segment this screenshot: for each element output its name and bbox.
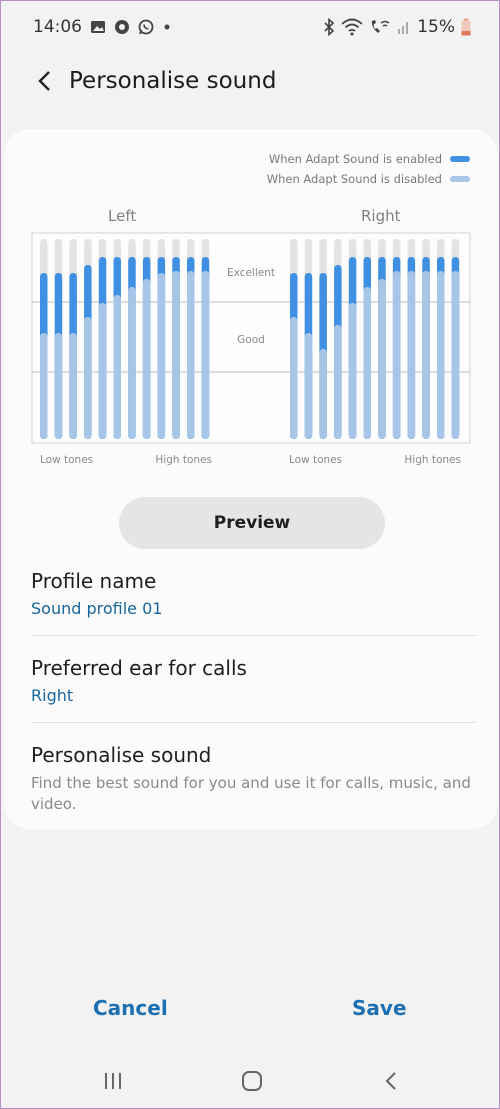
left-bar-1: [40, 239, 48, 439]
right-bar-disabled: [451, 271, 460, 439]
back-button[interactable]: [25, 61, 65, 101]
right-bar-8: [392, 239, 401, 439]
right-bar-2: [304, 239, 313, 439]
status-time: 14:06: [33, 17, 82, 37]
right-bar-12: [451, 239, 460, 439]
recents-icon: [105, 1073, 121, 1089]
whatsapp-icon: [138, 19, 154, 35]
right-bar-disabled: [334, 325, 342, 439]
right-bar-disabled: [290, 317, 298, 439]
right-high-tones-label: High tones: [404, 454, 461, 466]
save-button[interactable]: Save: [352, 996, 407, 1020]
preferred-ear-title: Preferred ear for calls: [31, 656, 247, 680]
battery-percent: 15%: [417, 17, 455, 37]
record-icon: [114, 19, 130, 35]
right-bar-disabled: [348, 303, 357, 439]
signal-icon: [397, 19, 411, 35]
page-title: Personalise sound: [69, 68, 277, 94]
profile-name-value: Sound profile 01: [31, 599, 163, 618]
right-bar-disabled: [422, 271, 430, 439]
right-bar-5: [348, 239, 357, 439]
right-bar-disabled: [392, 271, 401, 439]
left-bar-disabled: [40, 333, 48, 439]
level-good-label: Good: [237, 334, 265, 346]
preferred-ear-value: Right: [31, 686, 74, 705]
wifi-calling-icon: [369, 18, 391, 36]
left-bar-6: [113, 239, 121, 439]
preferred-ear-setting[interactable]: Preferred ear for calls Right: [31, 656, 476, 705]
left-bar-9: [157, 239, 166, 439]
right-bar-disabled: [319, 349, 327, 439]
battery-icon: [461, 18, 471, 36]
right-bar-11: [437, 239, 445, 439]
right-bar-10: [422, 239, 430, 439]
left-bar-disabled: [128, 287, 136, 439]
right-bar-disabled: [378, 279, 386, 439]
right-low-tones-label: Low tones: [289, 454, 342, 466]
preview-button[interactable]: Preview: [119, 497, 385, 549]
right-bar-1: [290, 239, 298, 439]
hearing-chart: Excellent Good Low tones High tones Low …: [31, 232, 471, 466]
left-bar-2: [54, 239, 63, 439]
level-excellent-label: Excellent: [227, 267, 275, 279]
left-bar-disabled: [201, 271, 210, 439]
personalise-sound-desc: Find the best sound for you and use it f…: [31, 774, 471, 813]
wifi-icon: [341, 18, 363, 36]
back-icon: [385, 1072, 396, 1090]
left-bar-disabled: [113, 295, 121, 439]
left-bar-disabled: [142, 279, 151, 439]
left-bar-disabled: [172, 271, 180, 439]
right-bar-disabled: [407, 271, 416, 439]
right-bar-4: [334, 239, 342, 439]
home-icon: [242, 1071, 262, 1091]
status-bar: 14:06 15%: [1, 1, 500, 53]
right-bar-disabled: [363, 287, 371, 439]
divider: [31, 722, 476, 723]
profile-name-title: Profile name: [31, 569, 157, 593]
left-bar-disabled: [84, 317, 92, 439]
left-bar-12: [201, 239, 210, 439]
left-bar-4: [84, 239, 92, 439]
left-bar-10: [172, 239, 180, 439]
left-bar-8: [142, 239, 151, 439]
right-bar-6: [363, 239, 371, 439]
recents-button[interactable]: [91, 1059, 135, 1103]
left-bar-disabled: [157, 273, 166, 439]
nav-back-button[interactable]: [369, 1059, 413, 1103]
profile-name-setting[interactable]: Profile name Sound profile 01: [31, 569, 476, 618]
sound-profile-card: When Adapt Sound is enabled When Adapt S…: [4, 129, 498, 829]
dot-icon: [162, 22, 172, 32]
right-bar-9: [407, 239, 416, 439]
left-bar-disabled: [54, 333, 63, 439]
left-bar-3: [69, 239, 77, 439]
right-bar-disabled: [437, 271, 445, 439]
personalise-sound-title: Personalise sound: [31, 743, 212, 767]
home-button[interactable]: [230, 1059, 274, 1103]
gallery-icon: [90, 19, 106, 35]
personalise-sound-setting[interactable]: Personalise sound Find the best sound fo…: [31, 743, 476, 815]
navigation-bar: [1, 1051, 500, 1109]
left-bar-disabled: [69, 333, 77, 439]
app-header: Personalise sound: [1, 53, 500, 109]
left-bar-7: [128, 239, 136, 439]
left-bar-11: [187, 239, 195, 439]
left-high-tones-label: High tones: [155, 454, 212, 466]
cancel-button[interactable]: Cancel: [93, 996, 168, 1020]
right-bar-3: [319, 239, 327, 439]
right-bar-disabled: [304, 333, 313, 439]
right-bar-7: [378, 239, 386, 439]
left-bar-disabled: [187, 271, 195, 439]
divider: [31, 635, 476, 636]
left-bar-disabled: [98, 303, 107, 439]
bluetooth-icon: [323, 18, 335, 36]
back-arrow-icon: [38, 71, 50, 91]
left-low-tones-label: Low tones: [40, 454, 93, 466]
left-bar-5: [98, 239, 107, 439]
